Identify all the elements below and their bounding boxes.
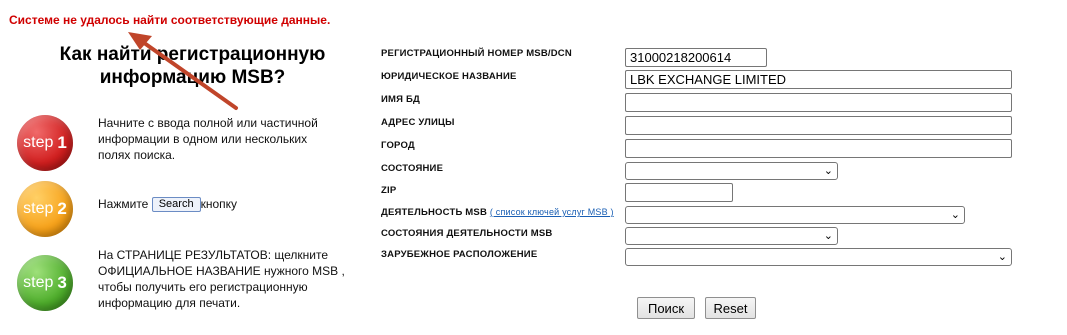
msb-activity-label-text: ДЕЯТЕЛЬНОСТЬ MSB	[381, 207, 488, 218]
street-input[interactable]	[625, 116, 1012, 135]
msb-number-input[interactable]: 31000218200614	[625, 48, 767, 67]
step-2-text: Нажмите Search кнопку	[98, 196, 237, 213]
dba-name-input[interactable]	[625, 93, 1012, 112]
legal-name-input[interactable]: LBK EXCHANGE LIMITED	[625, 70, 1012, 89]
dba-name-label: ИМЯ БД	[381, 94, 421, 105]
step-2-badge: step 2	[17, 181, 73, 237]
city-label: ГОРОД	[381, 140, 415, 151]
chevron-down-icon: ⌄	[823, 165, 833, 177]
chevron-down-icon: ⌄	[997, 251, 1007, 263]
step-1-text: Начните с ввода полной или частичной инф…	[98, 116, 318, 162]
step-3-text: На СТРАНИЦЕ РЕЗУЛЬТАТОВ: щелкните ОФИЦИА…	[98, 248, 345, 310]
state-select[interactable]: ⌄	[625, 162, 838, 180]
chevron-down-icon: ⌄	[950, 209, 960, 221]
msb-number-label: РЕГИСТРАЦИОННЫЙ НОМЕР MSB/DCN	[381, 48, 572, 59]
step-3-badge: step 3	[17, 255, 73, 311]
activity-states-label: СОСТОЯНИЯ ДЕЯТЕЛЬНОСТИ MSB	[381, 228, 553, 239]
city-input[interactable]	[625, 139, 1012, 158]
zip-label: ZIP	[381, 185, 397, 196]
activity-states-select[interactable]: ⌄	[625, 227, 838, 245]
step-2-text-before: Нажмите	[98, 197, 149, 211]
msb-service-keys-link[interactable]: ( список ключей услуг MSB )	[490, 207, 614, 217]
search-button[interactable]: Поиск	[637, 297, 695, 319]
msb-activity-select[interactable]: ⌄	[625, 206, 965, 224]
step-1-badge: step 1	[17, 115, 73, 171]
foreign-location-select[interactable]: ⌄	[625, 248, 1012, 266]
foreign-location-label: ЗАРУБЕЖНОЕ РАСПОЛОЖЕНИЕ	[381, 249, 538, 260]
msb-activity-label: ДЕЯТЕЛЬНОСТЬ MSB ( список ключей услуг M…	[381, 207, 614, 218]
annotation-arrow	[128, 32, 238, 110]
legal-name-label: ЮРИДИЧЕСКОЕ НАЗВАНИЕ	[381, 71, 517, 82]
zip-input[interactable]	[625, 183, 733, 202]
street-label: АДРЕС УЛИЦЫ	[381, 117, 455, 128]
step-2-text-after: кнопку	[200, 197, 237, 211]
step-2-search-button-image: Search	[151, 197, 201, 213]
chevron-down-icon: ⌄	[823, 230, 833, 242]
state-label: СОСТОЯНИЕ	[381, 163, 444, 174]
reset-button[interactable]: Reset	[705, 297, 756, 319]
